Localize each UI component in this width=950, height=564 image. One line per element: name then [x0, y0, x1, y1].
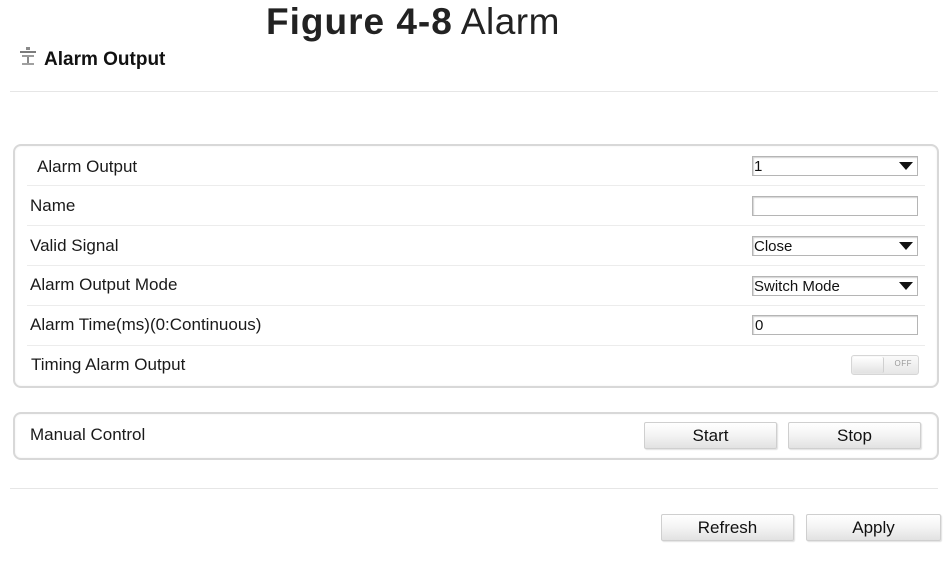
- figure-number: Figure 4-8: [266, 1, 453, 42]
- valid-signal-label: Valid Signal: [30, 236, 119, 255]
- alarm-time-row: Alarm Time(ms)(0:Continuous): [15, 306, 937, 346]
- footer-divider: [10, 488, 938, 489]
- manual-control-panel: Manual Control Start Stop: [13, 412, 939, 460]
- stop-button[interactable]: Stop: [788, 422, 921, 449]
- header-divider: [10, 91, 938, 92]
- alarm-time-input[interactable]: [752, 315, 918, 335]
- apply-button[interactable]: Apply: [806, 514, 941, 541]
- section-title: Alarm Output: [44, 49, 166, 70]
- figure-name: Alarm: [460, 1, 560, 42]
- alarm-output-row: Alarm Output 1: [15, 146, 937, 186]
- toggle-state-label: OFF: [894, 359, 912, 368]
- manual-control-label: Manual Control: [30, 425, 146, 444]
- valid-signal-select[interactable]: Close: [752, 236, 918, 256]
- timing-alarm-output-toggle[interactable]: OFF: [851, 355, 919, 375]
- alarm-output-select[interactable]: 1: [752, 156, 918, 176]
- alarm-output-mode-row: Alarm Output Mode Switch Mode: [15, 266, 937, 306]
- refresh-button[interactable]: Refresh: [661, 514, 794, 541]
- figure-caption: Figure 4-8 Alarm: [266, 0, 560, 44]
- timing-alarm-output-label: Timing Alarm Output: [31, 355, 186, 374]
- name-input[interactable]: [752, 196, 918, 216]
- alarm-output-mode-label: Alarm Output Mode: [30, 275, 178, 294]
- chevron-down-icon: [899, 162, 913, 170]
- alarm-output-config-panel: Alarm Output 1 Name Valid Signal Close A…: [13, 144, 939, 388]
- alarm-output-icon: [20, 47, 36, 65]
- valid-signal-value: Close: [754, 238, 793, 255]
- alarm-time-label: Alarm Time(ms)(0:Continuous): [30, 315, 262, 334]
- chevron-down-icon: [899, 282, 913, 290]
- start-button[interactable]: Start: [644, 422, 777, 449]
- alarm-output-mode-value: Switch Mode: [754, 278, 840, 295]
- name-label: Name: [30, 196, 76, 215]
- section-header: Alarm Output: [18, 42, 165, 78]
- alarm-output-value: 1: [754, 158, 763, 175]
- chevron-down-icon: [899, 242, 913, 250]
- timing-alarm-output-row: Timing Alarm Output OFF: [15, 346, 937, 386]
- valid-signal-row: Valid Signal Close: [15, 226, 937, 266]
- alarm-output-page: Figure 4-8 Alarm Alarm Output Alarm Outpu…: [0, 0, 950, 564]
- name-row: Name: [15, 186, 937, 226]
- toggle-knob: [853, 357, 884, 373]
- alarm-output-label: Alarm Output: [37, 157, 138, 176]
- alarm-output-mode-select[interactable]: Switch Mode: [752, 276, 918, 296]
